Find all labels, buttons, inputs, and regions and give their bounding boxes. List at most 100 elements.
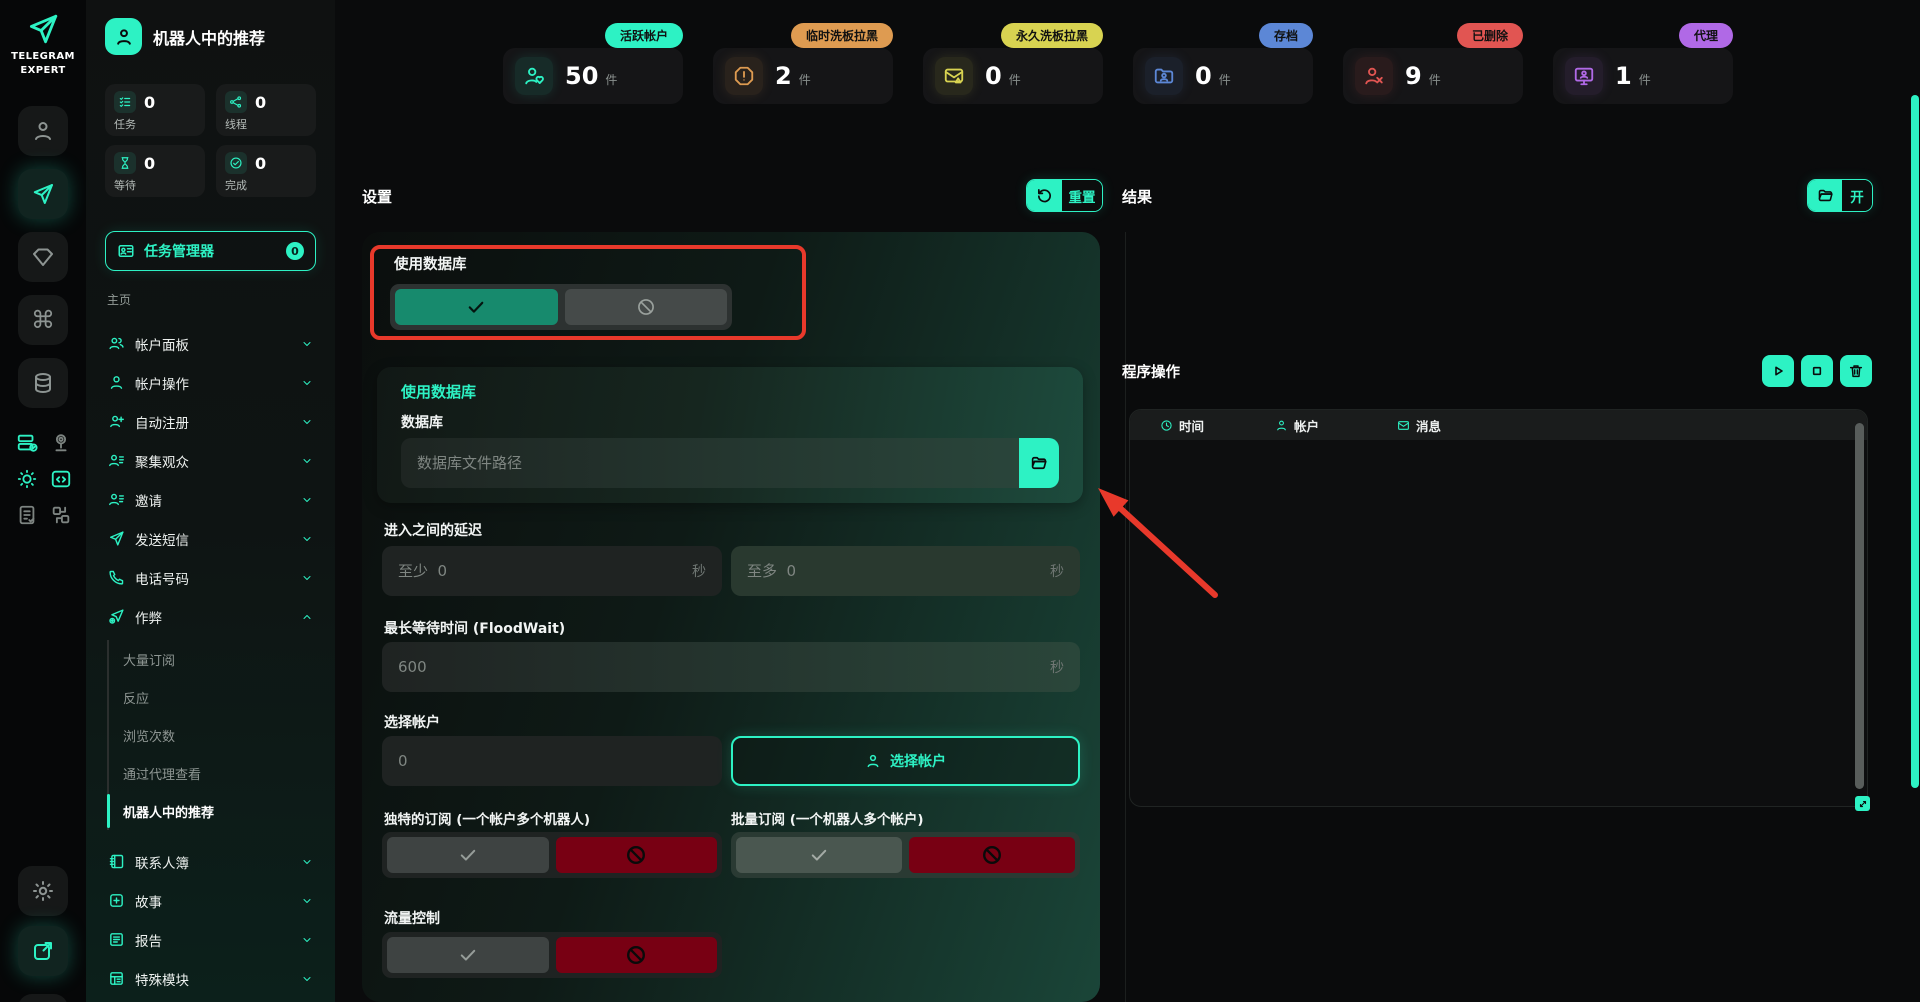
database-panel-title: 使用数据库 [401,381,476,402]
external-link-button[interactable] [18,926,68,976]
stop-button[interactable] [1801,355,1833,387]
table-scrollbar-thumb[interactable] [1855,423,1864,789]
select-accounts-label: 选择帐户 [384,712,440,732]
submenu-item-mass-subscribe[interactable]: 大量订阅 [123,640,316,678]
mail-icon [1397,419,1410,432]
stat-label: 任务 [114,116,196,132]
plus-square-icon [108,892,125,909]
sidebar-item-gather-audience[interactable]: 聚集观众 [105,441,316,480]
app-logo: TELEGRAMEXPERT [0,12,86,77]
play-icon [1770,363,1786,379]
sidebar-item-contact-book[interactable]: 联系人簿 [105,842,316,881]
server-status-icon[interactable] [14,430,40,456]
diamond-icon [31,245,55,269]
transfer-boxes-icon[interactable] [48,502,74,528]
task-manager-icon [117,242,135,260]
rail-button-clipped[interactable] [18,994,68,1002]
status-count: 9 [1405,62,1422,90]
submenu-item-bot-referrals-active[interactable]: 机器人中的推荐 [123,792,316,830]
rail-button-database[interactable] [18,358,68,408]
gear-icon [31,879,55,903]
database-path-field [401,438,1059,488]
stop-icon [1809,363,1825,379]
sidebar-item-auto-register[interactable]: 自动注册 [105,402,316,441]
chevron-down-icon [301,973,313,985]
page-title: 机器人中的推荐 [153,25,265,49]
rail-button-accounts[interactable] [18,106,68,156]
bot-settings-icon[interactable] [14,466,40,492]
browse-folder-button[interactable] [1019,438,1059,488]
person-icon [114,27,134,47]
report-check-icon[interactable] [14,502,40,528]
play-button[interactable] [1762,355,1794,387]
select-accounts-button-label: 选择帐户 [890,751,946,771]
open-results-button[interactable]: 开 [1807,179,1873,212]
submenu-item-view-via-proxy[interactable]: 通过代理查看 [123,754,316,792]
stat-value: 0 [144,93,155,112]
database-sub-panel: 使用数据库 数据库 [377,367,1083,503]
reset-button[interactable]: 重置 [1026,179,1103,212]
sidebar-menu: 帐户面板 帐户操作 自动注册 聚集观众 邀请 发送短信 [105,324,316,636]
logo-text-1: TELEGRAM [11,51,75,62]
unique-subscribe-yes-button[interactable] [387,837,549,873]
settings-title: 设置 [362,186,392,207]
sidebar-item-account-actions[interactable]: 帐户操作 [105,363,316,402]
folder-icon [1808,180,1842,211]
column-divider [1125,232,1126,1002]
traffic-control-yes-button[interactable] [387,937,549,973]
sidebar-item-special-modules[interactable]: 特殊模块 [105,959,316,998]
stat-value: 0 [144,154,155,173]
sidebar-item-phone-numbers[interactable]: 电话号码 [105,558,316,597]
stat-value: 0 [255,93,266,112]
table-resize-handle[interactable] [1855,796,1870,811]
column-header-time: 时间 [1160,416,1275,435]
stat-card-tasks: 0 任务 [105,84,205,136]
database-label: 数据库 [401,412,443,432]
sidebar-item-stories[interactable]: 故事 [105,881,316,920]
accounts-count-input[interactable] [382,752,722,770]
rail-button-shortcuts[interactable]: ⌘ [18,295,68,345]
chevron-down-icon [301,934,313,946]
unique-subscribe-toggle [382,832,722,878]
chevron-down-icon [301,533,313,545]
delete-button[interactable] [1840,355,1872,387]
select-accounts-button[interactable]: 选择帐户 [731,736,1080,786]
code-window-icon[interactable] [48,466,74,492]
mail-warning-icon [935,57,973,95]
sidebar-item-account-panel[interactable]: 帐户面板 [105,324,316,363]
bulk-subscribe-toggle [731,832,1080,878]
status-badge: 永久洗板拉黑 [1001,23,1103,48]
report-icon [108,931,125,948]
sidebar-item-cheats[interactable]: 作弊 [105,597,316,636]
submenu-item-views[interactable]: 浏览次数 [123,716,316,754]
submenu-item-reactions[interactable]: 反应 [123,678,316,716]
delay-max-input[interactable] [731,562,1050,580]
unique-subscribe-no-button[interactable] [556,837,718,873]
person-icon [31,119,55,143]
rail-button-premium[interactable] [18,232,68,282]
settings-gear-button[interactable] [18,866,68,916]
page-scrollbar[interactable] [1911,95,1919,788]
sidebar-item-reports[interactable]: 报告 [105,920,316,959]
task-manager-button[interactable]: 任务管理器 0 [105,231,316,271]
operation-buttons [1762,355,1872,387]
floodwait-input[interactable] [382,658,1050,676]
database-path-input[interactable] [401,438,1019,488]
alert-octagon-icon [725,57,763,95]
sidebar-item-invite[interactable]: 邀请 [105,480,316,519]
status-card-deleted: 已删除 9件 [1343,48,1523,104]
bulk-subscribe-no-button[interactable] [909,837,1075,873]
user-icon [108,374,125,391]
delay-min-input[interactable] [382,562,692,580]
column-label: 时间 [1179,416,1204,435]
traffic-control-no-button[interactable] [556,937,718,973]
send-plus-icon [108,608,125,625]
account-network-icon[interactable] [48,430,74,456]
status-badge: 已删除 [1457,23,1523,48]
seconds-suffix: 秒 [1050,657,1080,677]
bulk-subscribe-yes-button[interactable] [736,837,902,873]
sidebar-item-send-sms[interactable]: 发送短信 [105,519,316,558]
clock-icon [1160,419,1173,432]
rail-button-sender[interactable] [18,169,68,219]
stat-card-waiting: 0 等待 [105,145,205,197]
